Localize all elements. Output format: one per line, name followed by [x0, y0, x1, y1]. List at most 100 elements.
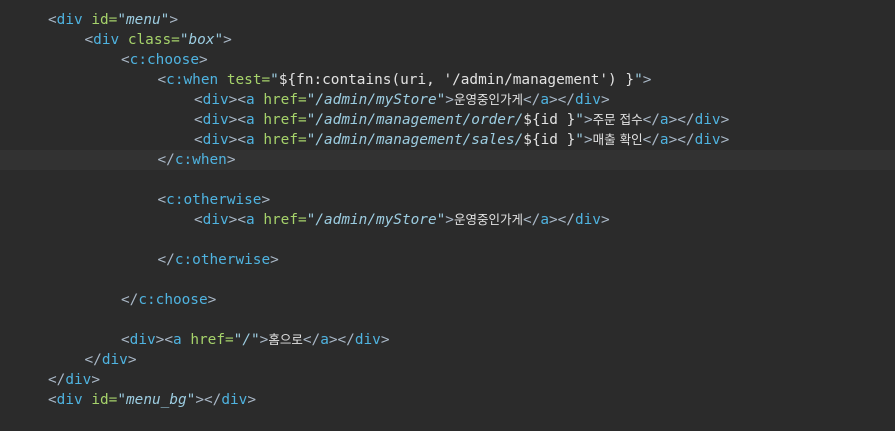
code-token: div	[56, 12, 83, 28]
code-token: a	[659, 132, 669, 148]
code-token: ><	[228, 132, 246, 148]
code-token: c:when	[166, 72, 219, 88]
code-token: id=	[91, 392, 118, 408]
code-token: ${fn:contains(uri, '/admin/management') …	[278, 72, 635, 88]
code-token: c:otherwise	[174, 252, 271, 268]
code-token: href=	[190, 332, 234, 348]
code-token: ></	[548, 92, 575, 108]
code-token: div	[354, 332, 381, 348]
code-line-content: <div id="menu">	[48, 10, 178, 30]
code-token: <	[194, 112, 203, 128]
code-line[interactable]: </c:otherwise>	[0, 250, 895, 270]
code-token: "/admin/myStore"	[306, 92, 446, 108]
code-token: <	[84, 32, 94, 48]
code-token: 홈으로	[268, 332, 303, 347]
code-token: ${id }	[523, 132, 576, 148]
code-token: >	[600, 212, 610, 228]
code-line[interactable]	[0, 170, 895, 190]
code-token: >	[270, 252, 279, 268]
code-token: div	[101, 352, 128, 368]
code-token: ${id }	[523, 112, 576, 128]
code-token: href=	[263, 112, 307, 128]
code-token: <	[194, 92, 203, 108]
code-line-content: <div><a href="/admin/management/order/${…	[194, 110, 729, 130]
code-token: div	[129, 332, 156, 348]
code-line-content: <div id="menu_bg"></div>	[48, 390, 256, 410]
code-token: id=	[91, 12, 118, 28]
code-token: </	[84, 352, 102, 368]
code-line-content: <div><a href="/">홈으로</a></div>	[121, 330, 390, 350]
code-token: a	[320, 332, 329, 348]
code-token: >	[223, 32, 232, 48]
code-token: c:otherwise	[166, 192, 262, 208]
code-token: div	[202, 212, 229, 228]
code-token: <	[157, 72, 167, 88]
code-token: div	[93, 32, 120, 48]
code-token: ></	[668, 112, 695, 128]
code-token: ></	[548, 212, 575, 228]
code-token: >	[445, 92, 454, 108]
code-token: "	[634, 72, 643, 88]
code-token: test=	[226, 72, 271, 88]
code-line[interactable]: <div><a href="/admin/myStore">운영중인가게</a>…	[0, 210, 895, 230]
code-token: "menu"	[117, 12, 170, 28]
code-token: a	[246, 112, 255, 128]
code-editor[interactable]: <div id="menu"> <div class="box"> <c:choos…	[0, 10, 895, 410]
code-token: >	[207, 292, 217, 308]
code-token: </	[157, 152, 175, 168]
code-token: "/admin/management/sales/	[306, 132, 524, 148]
current-line[interactable]: </c:when>	[0, 150, 895, 170]
code-token: ></	[195, 392, 222, 408]
code-line[interactable]: </div>	[0, 370, 895, 390]
code-token: div	[694, 112, 721, 128]
code-token: <	[48, 12, 57, 28]
code-token: ><	[228, 212, 246, 228]
code-token: c:choose	[129, 52, 199, 68]
code-token: a	[540, 92, 549, 108]
code-token: >	[380, 332, 390, 348]
code-line[interactable]	[0, 270, 895, 290]
code-token: div	[202, 112, 229, 128]
code-token: a	[540, 212, 549, 228]
code-line-content: <c:otherwise>	[158, 190, 271, 210]
code-token: >	[91, 372, 100, 388]
code-token: >	[720, 112, 730, 128]
code-line[interactable]: </div>	[0, 350, 895, 370]
code-line[interactable]: <div id="menu_bg"></div>	[0, 390, 895, 410]
code-line[interactable]: <div><a href="/admin/management/order/${…	[0, 110, 895, 130]
code-token: href=	[263, 212, 307, 228]
code-token: "/"	[233, 332, 260, 348]
code-line[interactable]: <div class="box">	[0, 30, 895, 50]
code-line-content: </c:otherwise>	[158, 250, 279, 270]
code-token: div	[65, 372, 92, 388]
code-token: >	[445, 212, 454, 228]
code-line[interactable]: <div><a href="/admin/myStore">운영중인가게</a>…	[0, 90, 895, 110]
code-line[interactable]: <div id="menu">	[0, 10, 895, 30]
code-token: "	[270, 72, 279, 88]
code-line-content: <div class="box">	[85, 30, 232, 50]
code-line[interactable]: <div><a href="/">홈으로</a></div>	[0, 330, 895, 350]
code-line-content: <div><a href="/admin/myStore">운영중인가게</a>…	[194, 90, 610, 110]
code-token: >	[198, 52, 208, 68]
code-token: >	[261, 192, 271, 208]
code-line-content: <div><a href="/admin/management/sales/${…	[194, 130, 729, 150]
code-token: "	[575, 112, 584, 128]
code-token: </	[157, 252, 175, 268]
code-token: "box"	[179, 32, 224, 48]
code-line[interactable]: </c:choose>	[0, 290, 895, 310]
code-line[interactable]: <div><a href="/admin/management/sales/${…	[0, 130, 895, 150]
code-line[interactable]: <c:choose>	[0, 50, 895, 70]
code-token: div	[202, 132, 229, 148]
code-line[interactable]	[0, 310, 895, 330]
code-token: div	[56, 392, 83, 408]
code-token: ></	[328, 332, 355, 348]
code-line[interactable]: <c:when test="${fn:contains(uri, '/admin…	[0, 70, 895, 90]
code-line[interactable]: <c:otherwise>	[0, 190, 895, 210]
code-token: div	[574, 92, 601, 108]
code-token: div	[221, 392, 248, 408]
code-token: <	[157, 192, 167, 208]
code-line[interactable]	[0, 230, 895, 250]
code-token: ><	[228, 92, 246, 108]
code-line-content: </c:choose>	[121, 290, 216, 310]
